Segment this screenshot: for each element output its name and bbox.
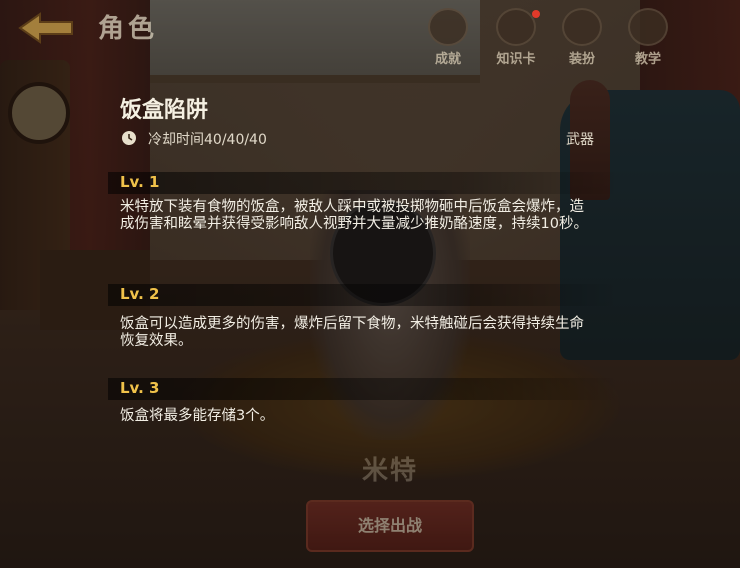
card-icon: [496, 8, 536, 46]
outfit-button[interactable]: 装扮: [558, 8, 606, 67]
level-3-header: Lv. 3: [108, 378, 620, 400]
character-name: 米特: [362, 456, 419, 486]
tutorial-label: 教学: [634, 52, 661, 67]
page-title: 角色: [98, 14, 159, 44]
back-arrow-icon: [18, 12, 73, 44]
level-3-description: 饭盒将最多能存储3个。: [120, 408, 275, 424]
top-bar: 角色 成就 知识卡 装扮 教学: [0, 0, 740, 67]
cooldown-text: 冷却时间40/40/40: [148, 132, 267, 148]
skill-detail-panel: 饭盒陷阱 冷却时间40/40/40 武器 Lv. 1 米特放下装有食物的饭盒，被…: [108, 88, 620, 440]
notification-badge: [532, 10, 540, 18]
level-3-label: Lv. 3: [120, 379, 160, 397]
outfit-label: 装扮: [568, 52, 595, 67]
back-button[interactable]: [14, 10, 78, 46]
book-icon: [628, 8, 668, 46]
level-1-label: Lv. 1: [120, 173, 160, 191]
level-1-header: Lv. 1: [108, 172, 620, 194]
skill-name: 饭盒陷阱: [120, 98, 209, 123]
achievement-label: 成就: [434, 52, 461, 67]
level-2-description: 饭盒可以造成更多的伤害，爆炸后留下食物，米特触碰后会获得持续生命恢复效果。: [120, 316, 584, 349]
clock-icon: [122, 131, 136, 145]
level-2-header: Lv. 2: [108, 284, 620, 306]
achievement-button[interactable]: 成就: [424, 8, 472, 67]
select-button-label: 选择出战: [357, 516, 422, 535]
level-2-label: Lv. 2: [120, 285, 160, 303]
outfit-icon: [562, 8, 602, 46]
skill-type: 武器: [566, 132, 594, 148]
knowledge-card-label: 知识卡: [496, 52, 536, 67]
trophy-icon: [428, 8, 468, 46]
level-1-description: 米特放下装有食物的饭盒，被敌人踩中或被投掷物砸中后饭盒会爆炸，造成伤害和眩晕并获…: [120, 199, 588, 232]
knowledge-card-button[interactable]: 知识卡: [488, 8, 544, 67]
select-for-battle-button[interactable]: 选择出战: [306, 500, 474, 552]
tutorial-button[interactable]: 教学: [624, 8, 672, 67]
